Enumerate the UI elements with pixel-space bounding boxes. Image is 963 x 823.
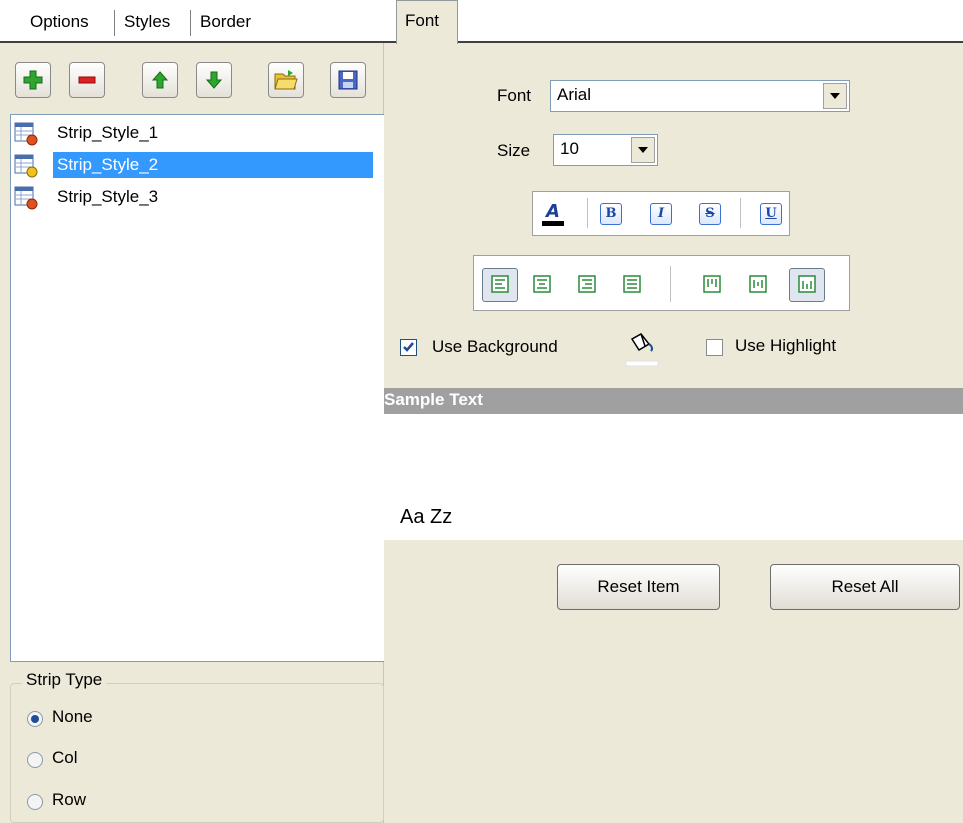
font-size-value: 10 <box>560 139 579 158</box>
bold-button[interactable]: B <box>600 203 622 225</box>
styles-list[interactable]: Strip_Style_1 Strip_Style_2 Strip_Style_… <box>10 114 385 662</box>
valign-top-icon <box>703 275 721 293</box>
sample-preview: Aa Zz <box>384 414 963 540</box>
tab-styles[interactable]: Styles <box>116 4 178 42</box>
radio-col[interactable] <box>27 752 43 768</box>
list-item-label: Strip_Style_3 <box>57 187 159 206</box>
reset-item-button[interactable]: Reset Item <box>557 564 720 610</box>
font-label: Font <box>497 86 532 105</box>
separator <box>670 266 671 302</box>
valign-center-button[interactable] <box>746 273 770 297</box>
align-right-icon <box>578 275 596 293</box>
strikeout-icon: S <box>705 206 715 221</box>
italic-icon: I <box>657 206 665 221</box>
bold-icon: B <box>605 206 617 221</box>
list-item[interactable]: Strip_Style_2 <box>11 149 381 181</box>
alignment-toolbar <box>473 255 850 311</box>
radio-row[interactable] <box>27 794 43 810</box>
tab-divider <box>114 10 115 36</box>
sample-header: Sample Text <box>384 388 963 414</box>
svg-text:A: A <box>544 201 560 222</box>
strikeout-button[interactable]: S <box>699 203 721 225</box>
paint-bucket-icon <box>625 333 659 367</box>
strip-style-icon <box>14 186 38 210</box>
list-item-label: Strip_Style_2 <box>53 152 373 178</box>
save-button[interactable] <box>330 62 366 98</box>
add-icon <box>23 70 43 90</box>
open-folder-icon <box>274 70 298 90</box>
font-color-button[interactable]: A <box>541 200 565 226</box>
font-size-combo[interactable]: 10 <box>553 134 658 166</box>
background-color-button[interactable] <box>622 331 662 367</box>
underline-button[interactable]: U <box>760 203 782 225</box>
remove-icon <box>78 76 96 84</box>
list-item[interactable]: Strip_Style_3 <box>11 181 381 213</box>
font-name-combo[interactable]: Arial <box>550 80 850 112</box>
load-button[interactable] <box>268 62 304 98</box>
checkmark-icon <box>403 342 414 352</box>
chevron-down-icon[interactable] <box>823 83 847 109</box>
size-label: Size <box>497 141 531 160</box>
sample-text: Aa Zz <box>400 506 453 528</box>
align-center-button[interactable] <box>530 273 554 297</box>
strip-style-icon <box>14 154 38 178</box>
radio-row-label: Row <box>52 790 87 809</box>
tab-border[interactable]: Border <box>192 4 259 42</box>
save-icon <box>338 70 358 90</box>
remove-style-button[interactable] <box>69 62 105 98</box>
tab-font[interactable]: Font <box>396 0 458 44</box>
add-style-button[interactable] <box>15 62 51 98</box>
use-highlight-label: Use Highlight <box>735 336 837 355</box>
font-name-value: Arial <box>557 85 592 104</box>
separator <box>740 198 741 228</box>
use-highlight-checkbox[interactable] <box>706 339 723 356</box>
strip-style-icon <box>14 122 38 146</box>
align-right-button[interactable] <box>575 273 599 297</box>
use-background-checkbox[interactable] <box>400 339 417 356</box>
use-background-label: Use Background <box>432 337 558 356</box>
tab-divider <box>190 10 191 36</box>
list-item[interactable]: Strip_Style_1 <box>11 117 381 149</box>
tab-strip: Options Styles Border Font <box>0 0 963 44</box>
font-color-icon: A <box>542 201 564 226</box>
align-left-button[interactable] <box>482 268 518 302</box>
align-justify-button[interactable] <box>620 273 644 297</box>
move-down-button[interactable] <box>196 62 232 98</box>
underline-icon: U <box>765 206 777 221</box>
separator <box>587 198 588 228</box>
chevron-down-icon[interactable] <box>631 137 655 163</box>
valign-center-icon <box>749 275 767 293</box>
font-style-toolbar: A B I S U <box>532 191 790 236</box>
italic-button[interactable]: I <box>650 203 672 225</box>
radio-col-label: Col <box>52 748 78 767</box>
move-down-icon <box>205 71 223 89</box>
reset-all-button[interactable]: Reset All <box>770 564 960 610</box>
valign-bottom-icon <box>798 275 816 293</box>
radio-none-label: None <box>52 707 93 726</box>
align-left-icon <box>491 275 509 293</box>
strip-type-title: Strip Type <box>22 670 107 690</box>
valign-bottom-button[interactable] <box>789 268 825 302</box>
tab-options[interactable]: Options <box>22 4 97 42</box>
radio-none[interactable] <box>27 711 43 727</box>
list-item-label: Strip_Style_1 <box>57 123 159 142</box>
move-up-button[interactable] <box>142 62 178 98</box>
align-justify-icon <box>623 275 641 293</box>
valign-top-button[interactable] <box>700 273 724 297</box>
align-center-icon <box>533 275 551 293</box>
move-up-icon <box>151 71 169 89</box>
